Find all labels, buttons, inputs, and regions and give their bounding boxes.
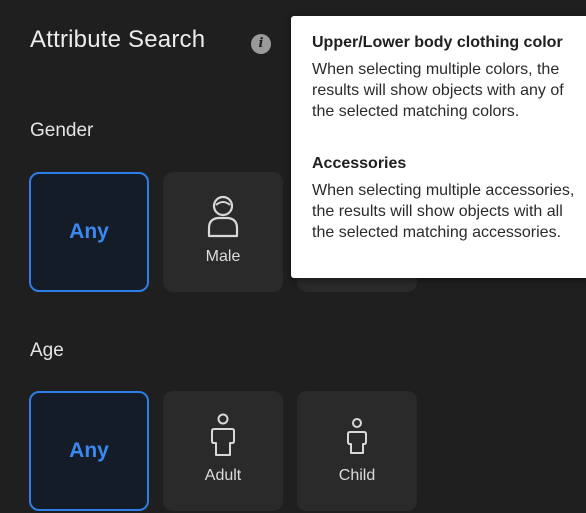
tooltip-clothing-heading: Upper/Lower body clothing color (312, 34, 563, 51)
tooltip-accessories-heading: Accessories (312, 155, 407, 172)
age-any-button[interactable]: Any (29, 391, 149, 511)
info-icon[interactable]: i (251, 34, 271, 54)
age-child-button[interactable]: Child (297, 391, 417, 511)
child-person-icon (347, 418, 367, 454)
gender-label: Gender (30, 120, 94, 141)
gender-any-label: Any (69, 220, 109, 243)
tooltip-accessories-text: When selecting multiple accessories, the… (312, 182, 575, 241)
age-child-label: Child (338, 467, 376, 484)
gender-male-button[interactable]: Male (163, 172, 283, 292)
age-any-label: Any (69, 439, 109, 462)
info-tooltip: Upper/Lower body clothing color When sel… (291, 16, 586, 278)
gender-male-label: Male (205, 248, 241, 265)
adult-person-icon (211, 413, 235, 456)
tooltip-clothing-text: When selecting multiple colors, the resu… (312, 61, 564, 120)
panel-title: Attribute Search (30, 26, 206, 53)
male-person-icon (207, 195, 239, 238)
age-adult-label: Adult (204, 467, 242, 484)
attribute-search-panel: Attribute Search i Gender Any Male Age A… (0, 0, 586, 513)
age-label: Age (30, 340, 64, 361)
age-adult-button[interactable]: Adult (163, 391, 283, 511)
gender-any-button[interactable]: Any (29, 172, 149, 292)
